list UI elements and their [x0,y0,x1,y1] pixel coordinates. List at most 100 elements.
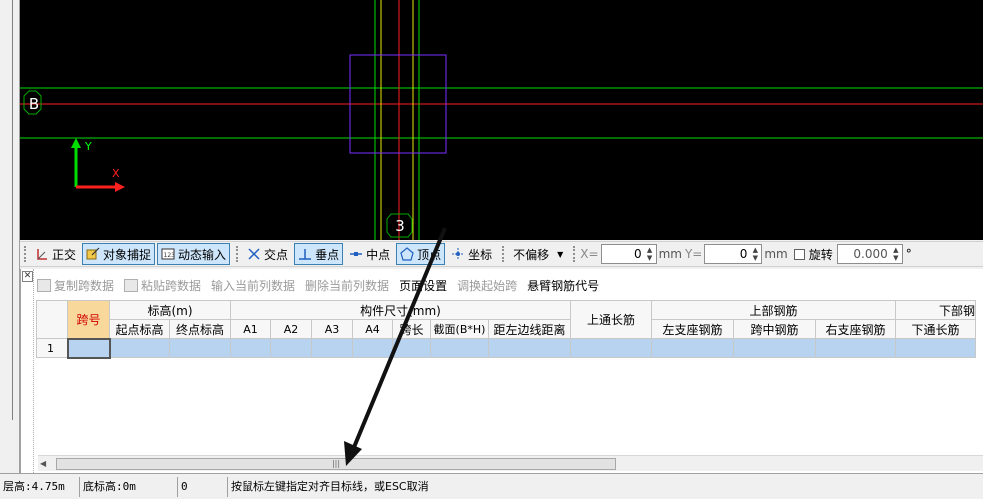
cell-span-length[interactable] [392,338,431,358]
cell-left-support-rebar[interactable] [651,338,734,358]
col-mid-span-rebar[interactable]: 跨中钢筋 [733,319,816,339]
y-unit: mm [764,247,788,261]
svg-text:123: 123 [164,252,176,259]
toolbar-grip [502,246,505,262]
y-offset-input[interactable]: 0 ▲ ▼ [704,244,763,264]
canvas-drawing [20,0,983,240]
page-setup-button[interactable]: 页面设置 [399,277,447,294]
app-window: B 3 Y X 正交 对象捕捉 123 动态输入 交点 垂点 中点 顶点 坐标 … [0,0,983,499]
ucs-x-arrow [115,182,125,192]
table-header-row: 跨号 标高(m) 构件尺寸(mm) 上通长筋 上部钢筋 下部钢 [36,300,976,339]
x-offset-input[interactable]: 0 ▲ ▼ [600,244,657,264]
vertex-snap-button[interactable]: 顶点 [396,243,446,265]
col-a4[interactable]: A4 [352,319,393,339]
object-snap-label: 对象捕捉 [103,247,152,262]
col-left-edge-dist[interactable]: 距左边线距离 [488,319,571,339]
col-a2[interactable]: A2 [270,319,312,339]
drawing-canvas[interactable]: B 3 Y X [20,0,983,240]
intersection-snap-button[interactable]: 交点 [243,243,292,265]
vertex-icon [400,247,414,261]
ortho-label: 正交 [52,247,77,262]
degree-symbol: ° [905,247,912,261]
col-group-dimension: 构件尺寸(mm) [230,300,571,320]
paste-icon [124,278,139,292]
corner-cell [36,300,68,339]
cell-a3[interactable] [311,338,353,358]
cell-right-support-rebar[interactable] [815,338,896,358]
col-section[interactable]: 截面(B*H) [430,319,489,339]
cell-a4[interactable] [352,338,393,358]
paste-span-button[interactable]: 粘贴跨数据 [124,277,201,294]
vertex-label: 顶点 [417,247,442,262]
offset-dropdown[interactable]: 不偏移 ▼ [509,243,567,265]
col-top-through-rebar[interactable]: 上通长筋 [570,300,652,339]
x-unit: mm [658,247,682,261]
ortho-button[interactable]: 正交 [31,243,80,265]
status-value: 0 [178,476,228,497]
cell-mid-span-rebar[interactable] [733,338,816,358]
rotate-checkbox[interactable] [793,248,805,260]
horizontal-scrollbar[interactable]: ◀ ||| [38,455,983,471]
cantilever-code-label: 悬臂钢筋代号 [527,278,600,293]
status-bar: 层高:4.75m 底标高:0m 0 按鼠标左键指定对齐目标线，或ESC取消 [0,473,983,499]
delete-current-col-button[interactable]: 删除当前列数据 [305,277,389,294]
col-span-length[interactable]: 跨长 [392,319,431,339]
col-span-no[interactable]: 跨号 [67,300,110,339]
page-setup-label: 页面设置 [399,278,448,293]
perpendicular-label: 垂点 [315,247,340,262]
col-right-support-rebar[interactable]: 右支座钢筋 [815,319,896,339]
cell-span-no[interactable] [66,337,111,359]
cell-left-edge-dist[interactable] [488,338,571,358]
perpendicular-icon [298,247,312,261]
col-end-elev[interactable]: 终点标高 [169,319,231,339]
close-icon[interactable]: ✕ [22,271,33,282]
cell-top-through-rebar[interactable] [570,338,652,358]
x-offset-value: 0 [633,247,642,261]
midpoint-snap-button[interactable]: 中点 [345,243,394,265]
input-current-col-button[interactable]: 输入当前列数据 [211,277,295,294]
spinner-icon[interactable]: ▲ ▼ [645,246,655,262]
intersection-icon [247,247,261,261]
col-group-bottom-rebar: 下部钢 [895,300,976,320]
col-group-top-rebar: 上部钢筋 [651,300,896,320]
cell-section[interactable] [430,338,489,358]
perpendicular-snap-button[interactable]: 垂点 [294,243,344,265]
cantilever-code-button[interactable]: 悬臂钢筋代号 [527,277,599,294]
swap-start-span-button[interactable]: 调换起始跨 [457,277,517,294]
spinner-icon[interactable]: ▲ ▼ [891,246,901,262]
table-row[interactable]: 1 [36,337,976,359]
cell-a2[interactable] [270,338,312,358]
table-subheader-row: 起点标高 终点标高 A1 A2 A3 A4 跨长 截面(B*H) 距左边线距离 … [37,319,976,339]
col-a3[interactable]: A3 [311,319,353,339]
cell-end-elev[interactable] [169,338,231,358]
cell-bottom-through-rebar[interactable] [895,338,976,358]
coordinate-snap-button[interactable]: 坐标 [447,243,496,265]
dynamic-input-label: 动态输入 [178,247,227,262]
copy-span-button[interactable]: 复制跨数据 [37,277,114,294]
rotate-input[interactable]: 0.000 ▲ ▼ [836,244,903,264]
dynamic-input-button[interactable]: 123 动态输入 [157,243,231,265]
col-group-elevation: 标高(m) [109,300,231,320]
copy-icon [37,278,51,292]
col-a1[interactable]: A1 [230,319,271,339]
cell-start-elev[interactable] [109,338,170,358]
col-start-elev[interactable]: 起点标高 [109,319,170,339]
swap-start-span-label: 调换起始跨 [457,278,518,293]
cell-a1[interactable] [230,338,271,358]
spinner-icon[interactable]: ▲ ▼ [750,246,760,262]
scroll-left-icon[interactable]: ◀ [40,459,46,468]
scrollbar-thumb[interactable]: ||| [56,458,616,470]
toolbar-grip [573,246,576,262]
chevron-down-icon: ▼ [557,249,564,259]
col-left-support-rebar[interactable]: 左支座钢筋 [651,319,734,339]
rotate-value: 0.000 [853,247,888,261]
span-table-panel: ✕ 复制跨数据 粘贴跨数据 输入当前列数据 删除当前列数据 页面设置 调换起始跨… [20,269,983,473]
col-bottom-through-rebar[interactable]: 下通长筋 [895,319,976,339]
object-snap-button[interactable]: 对象捕捉 [82,243,156,265]
toolbar-grip [24,246,27,262]
status-base-elevation: 底标高:0m [80,476,178,497]
y-offset-value: 0 [739,247,748,261]
copy-span-label: 复制跨数据 [54,278,115,293]
span-data-table: 跨号 标高(m) 构件尺寸(mm) 上通长筋 上部钢筋 下部钢 起点标高 终点标… [36,300,976,359]
midpoint-label: 中点 [366,247,391,262]
